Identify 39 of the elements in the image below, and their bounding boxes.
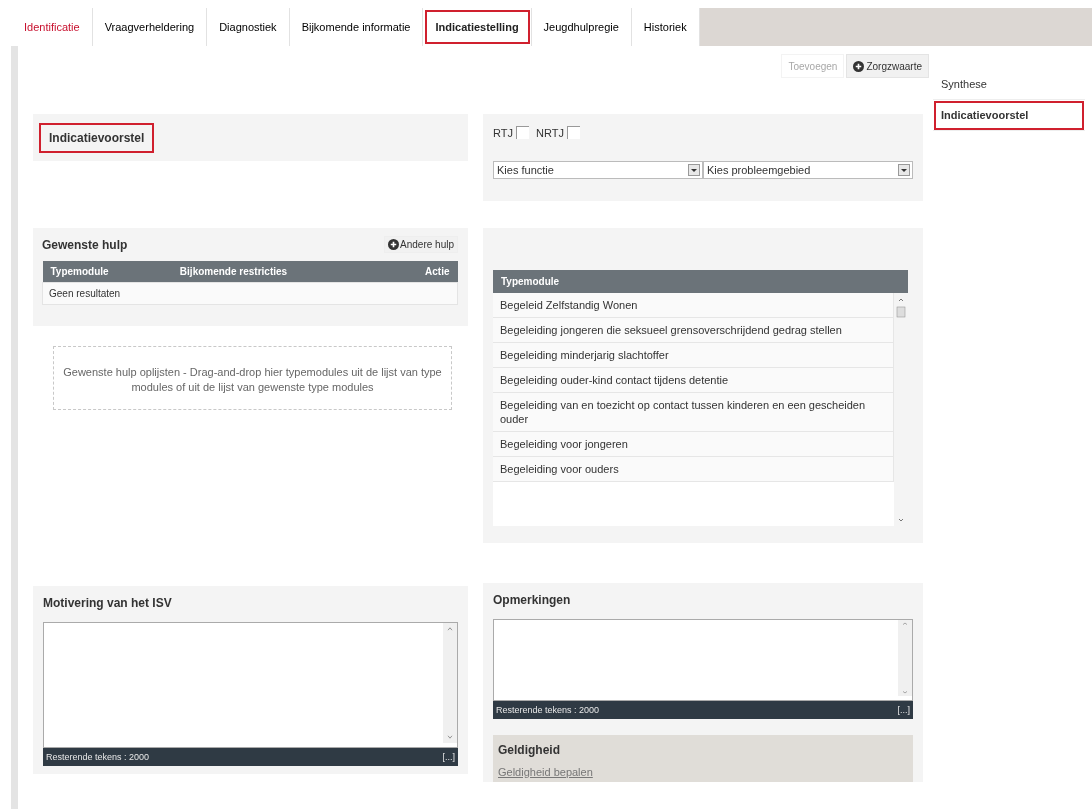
list-item[interactable]: Begeleiding van en toezicht op contact tussen kinderen en een gescheiden ouder [493, 393, 894, 432]
sidebar-item[interactable]: Indicatievoorstel [933, 100, 1085, 131]
list-item[interactable]: Begeleiding jongeren die seksueel grensoverschrijdend gedrag stellen [493, 318, 894, 343]
list-item[interactable]: Begeleiding voor ouders [493, 457, 894, 482]
add-button[interactable]: Zorgzwaarte [846, 54, 929, 78]
panel-title: Indicatievoorstel [40, 123, 154, 152]
remaining-chars: Resterende tekens : 2000 [46, 752, 150, 762]
column-header: Typemodule [42, 261, 172, 283]
expand-link[interactable]: [...] [442, 752, 455, 762]
section-title: Geldigheid [498, 743, 560, 757]
plus-circle-icon [853, 60, 865, 72]
plus-circle-icon [388, 239, 400, 250]
checkbox[interactable] [566, 126, 580, 139]
checkbox[interactable] [515, 126, 529, 139]
panel-title: Gewenste hulp [42, 237, 128, 252]
scrollbar[interactable] [898, 620, 912, 696]
panel-title: Motivering van het ISV [43, 596, 173, 610]
column-header: Actie [386, 261, 458, 283]
panel-title: Opmerkingen [493, 593, 572, 607]
text-area[interactable] [43, 622, 458, 748]
checkbox-label: NRTJ [535, 126, 564, 139]
add-button[interactable]: Andere hulp [384, 236, 458, 253]
expand-link[interactable]: [...] [897, 705, 910, 715]
text-area[interactable] [493, 619, 913, 701]
scrollbar[interactable] [443, 623, 457, 743]
table-cell: Geen resultaten [42, 282, 458, 305]
list-item[interactable]: Begeleiding minderjarig slachtoffer [493, 343, 894, 368]
list-item[interactable]: Begeleiding ouder-kind contact tijdens detentie [493, 368, 894, 393]
drop-zone[interactable]: Gewenste hulp oplijsten - Drag-and-drop hier typemodules uit de lijst van type modules of uit de lijst van gewenste type modules [53, 346, 452, 410]
list-item[interactable]: Begeleid Zelfstandig Wonen [493, 293, 894, 318]
select-field[interactable]: Kies functie [493, 161, 703, 179]
validity-link[interactable]: Geldigheid bepalen [498, 766, 593, 778]
column-header: Typemodule [493, 270, 908, 293]
select-field[interactable]: Kies probleemgebied [703, 161, 913, 179]
list-item[interactable]: Begeleiding voor jongeren [493, 432, 894, 457]
column-header: Bijkomende restricties [171, 261, 387, 283]
remaining-chars: Resterende tekens : 2000 [496, 705, 600, 715]
tab[interactable]: Indicatiestelling [423, 8, 532, 46]
checkbox-label: RTJ [493, 126, 513, 139]
